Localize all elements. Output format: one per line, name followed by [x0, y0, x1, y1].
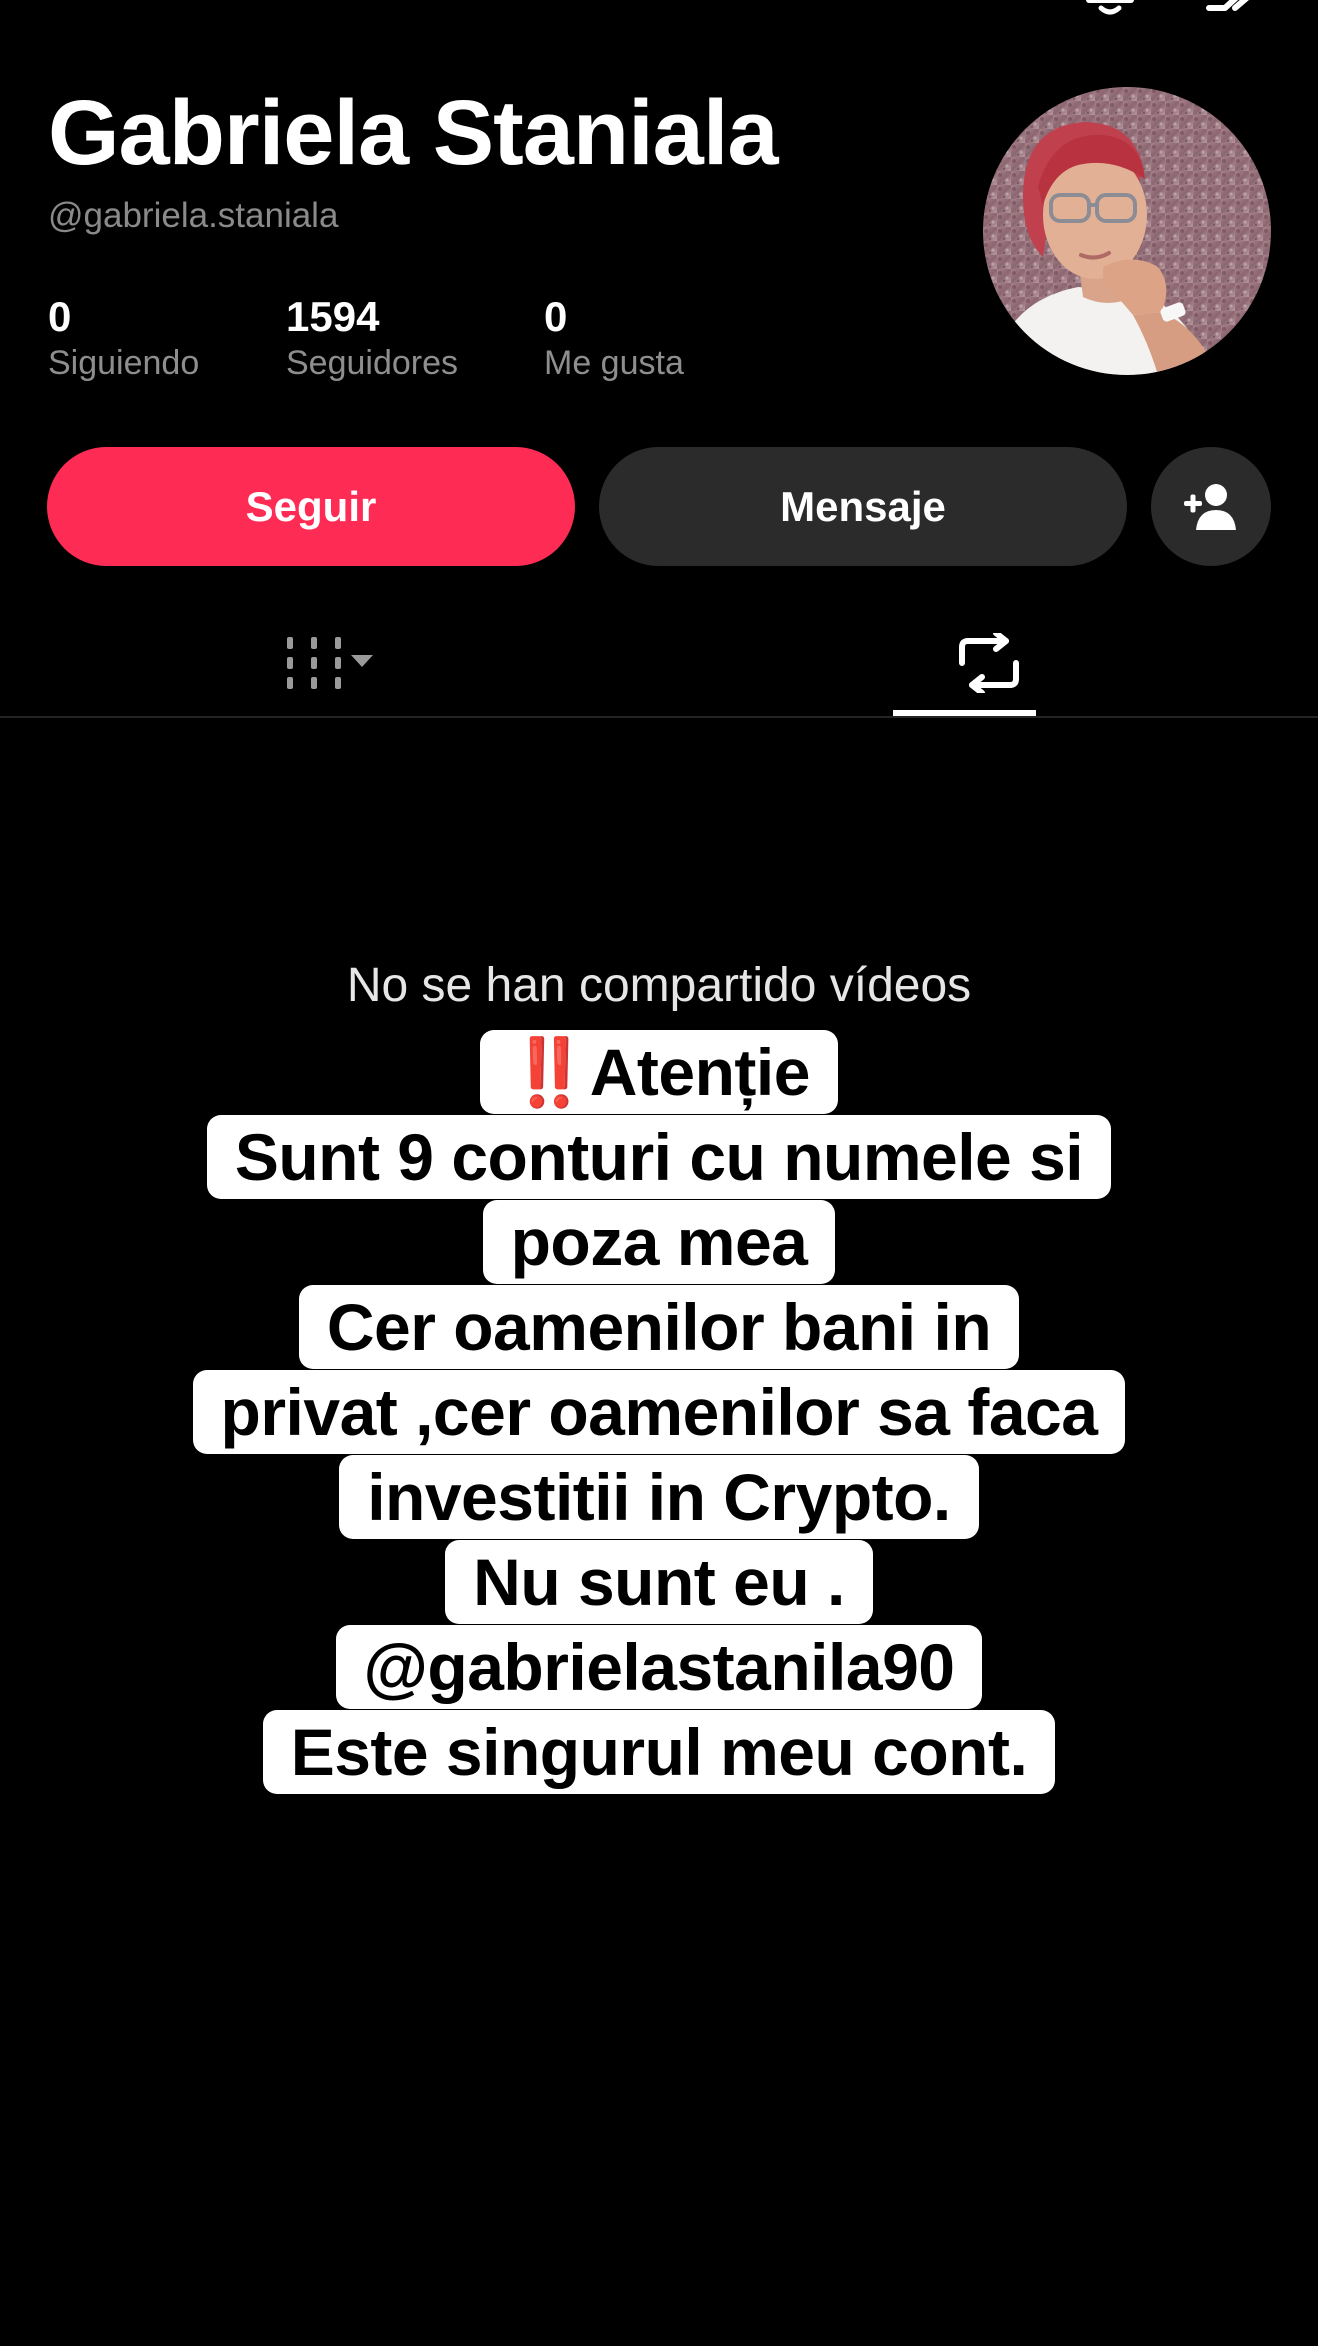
tabs-divider	[0, 716, 1318, 718]
notification-bell-icon[interactable]	[1085, 0, 1135, 18]
stat-likes[interactable]: 0 Me gusta	[544, 292, 684, 384]
stat-followers-value: 1594	[286, 293, 380, 340]
add-user-icon	[1184, 483, 1236, 530]
stat-likes-value: 0	[544, 293, 568, 340]
back-arrow-icon[interactable]	[50, 0, 100, 18]
sticker-line: Nu sunt eu .	[445, 1540, 873, 1624]
profile-avatar[interactable]	[983, 87, 1271, 375]
stat-following[interactable]: 0 Siguiendo	[48, 292, 199, 384]
stat-followers[interactable]: 1594 Seguidores	[286, 292, 458, 384]
double-exclamation-icon: ‼️	[508, 1035, 590, 1109]
stat-following-label: Siguiendo	[48, 344, 200, 382]
share-icon[interactable]	[1205, 0, 1255, 18]
tab-videos[interactable]	[0, 610, 659, 715]
sticker-line: Este singurul meu cont.	[262, 1710, 1056, 1794]
tab-reposts[interactable]	[659, 610, 1318, 715]
sticker-line: ‼️Atenție	[480, 1030, 838, 1114]
stat-followers-label: Seguidores	[286, 344, 459, 382]
stat-likes-label: Me gusta	[544, 344, 684, 382]
sticker-line: poza mea	[482, 1200, 836, 1284]
stat-following-value: 0	[48, 293, 72, 340]
profile-username: @gabriela.staniala	[48, 196, 339, 235]
add-friend-button[interactable]	[1151, 447, 1271, 566]
dropdown-caret-icon	[350, 654, 373, 667]
avatar-image	[983, 87, 1271, 375]
sticker-line: @gabrielastanila90	[335, 1625, 983, 1709]
sticker-line: privat ,cer oamenilor sa faca	[192, 1370, 1126, 1454]
warning-text-sticker: ‼️Atenție Sunt 9 conturi cu numele si po…	[0, 1030, 1318, 1794]
sticker-line: Sunt 9 conturi cu numele si	[206, 1115, 1112, 1199]
grid-icon	[286, 636, 373, 689]
message-button[interactable]: Mensaje	[599, 447, 1127, 566]
repost-icon	[958, 632, 1019, 693]
empty-state-message: No se han compartido vídeos	[346, 959, 972, 1012]
follow-button[interactable]: Seguir	[47, 447, 575, 566]
profile-display-name: Gabriela Staniala	[48, 82, 779, 184]
sticker-line: Cer oamenilor bani in	[298, 1285, 1020, 1369]
sticker-line: investitii in Crypto.	[339, 1455, 979, 1539]
